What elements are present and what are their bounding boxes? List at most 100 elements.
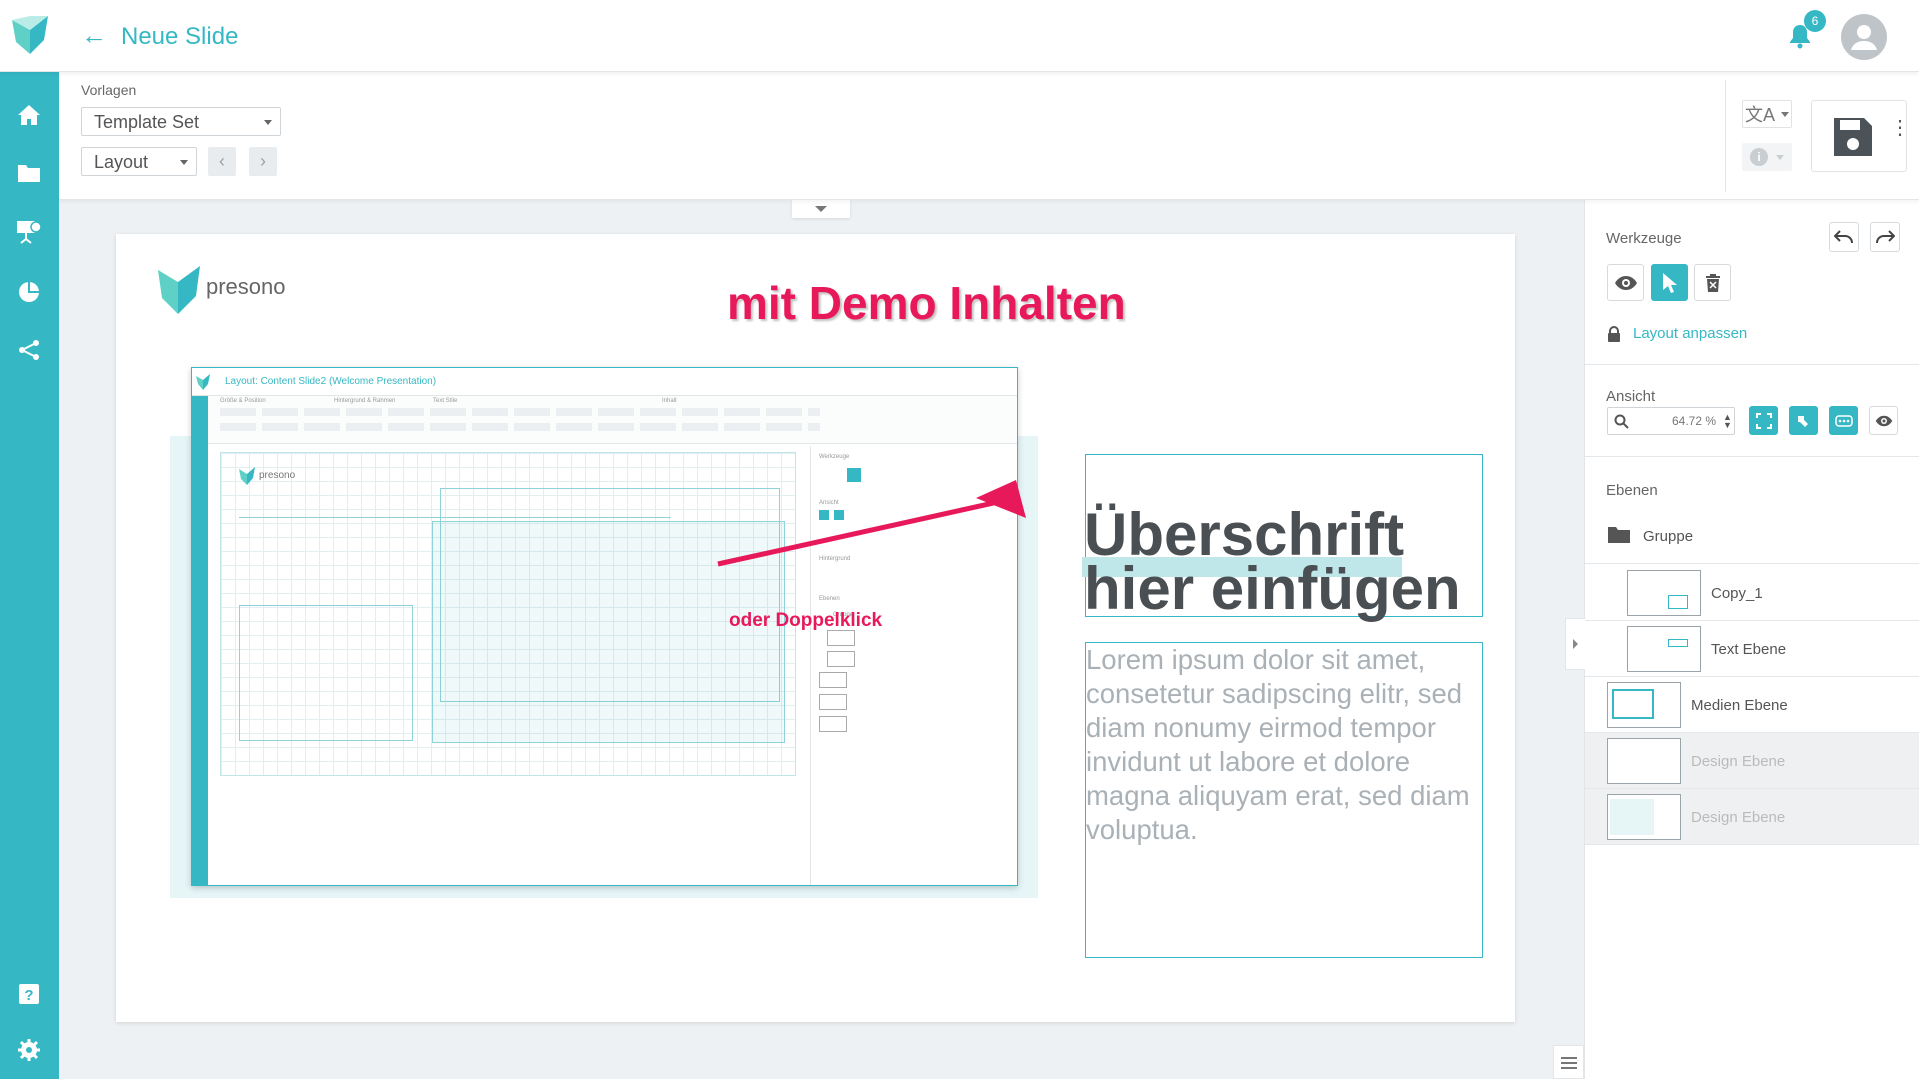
layout-anpassen-link[interactable]: Layout anpassen xyxy=(1607,325,1747,342)
template-set-select[interactable]: Template Set xyxy=(81,107,281,136)
layer-thumbnail xyxy=(1627,570,1701,616)
layer-row-design-1[interactable]: Design Ebene xyxy=(1585,733,1919,789)
app-logo[interactable] xyxy=(12,16,48,54)
layer-row-text[interactable]: Text Ebene xyxy=(1585,621,1919,677)
visibility-button[interactable] xyxy=(1869,406,1898,435)
translate-icon: 文A xyxy=(1744,105,1775,125)
template-set-value: Template Set xyxy=(94,112,200,132)
settings-gear-icon[interactable] xyxy=(14,1035,44,1065)
notes-toggle-button[interactable] xyxy=(1553,1045,1584,1079)
chevron-down-icon xyxy=(264,120,272,125)
redo-button[interactable] xyxy=(1870,222,1900,252)
slide-canvas[interactable]: presono mit Demo Inhalten Layout: Conten… xyxy=(116,234,1515,1022)
help-icon[interactable]: ? xyxy=(14,979,44,1009)
annotation-hint: oder Doppelklick xyxy=(729,610,883,631)
snap-button[interactable] xyxy=(1789,406,1818,435)
embedded-label: Werkzeuge xyxy=(819,454,850,460)
layer-row-design-2[interactable]: Design Ebene xyxy=(1585,789,1919,845)
embedded-label: Ebenen xyxy=(819,596,840,602)
zoom-stepper-icon[interactable]: ▲ ▼ xyxy=(1723,413,1732,430)
annotation-arrow xyxy=(717,480,1026,567)
ansicht-label: Ansicht xyxy=(1606,388,1656,405)
layer-name: Design Ebene xyxy=(1691,753,1786,770)
share-icon[interactable] xyxy=(14,335,44,365)
prev-layout-button[interactable]: ‹ xyxy=(208,147,236,176)
translate-button[interactable]: 文A xyxy=(1742,100,1792,128)
body-text: Lorem ipsum dolor sit amet, consetetur s… xyxy=(1086,644,1470,845)
select-pointer-button[interactable] xyxy=(1651,264,1688,301)
fit-screen-button[interactable] xyxy=(1749,406,1778,435)
toolbar: Vorlagen Template Set Layout ‹ › 文A i ⋮ xyxy=(59,72,1919,200)
annotation-title: mit Demo Inhalten xyxy=(727,277,1126,329)
notes-lines-icon xyxy=(1560,1057,1577,1059)
fit-screen-icon xyxy=(1755,412,1772,429)
notification-badge: 6 xyxy=(1804,10,1826,32)
presono-logo: presono xyxy=(156,264,296,314)
undo-icon xyxy=(1834,230,1853,244)
ebenen-label: Ebenen xyxy=(1606,482,1658,499)
embedded-toolbar: Größe & Position Hintergrund & Rahmen Te… xyxy=(208,396,1017,444)
undo-button[interactable] xyxy=(1829,222,1859,252)
layout-value: Layout xyxy=(94,152,149,172)
next-layout-button[interactable]: › xyxy=(249,147,277,176)
layer-name: Medien Ebene xyxy=(1691,697,1788,714)
embedded-section-label: Inhalt xyxy=(662,398,677,404)
group-name: Gruppe xyxy=(1643,528,1694,545)
panel-divider xyxy=(1585,456,1919,457)
chevron-down-icon xyxy=(180,160,188,165)
toolbar-divider xyxy=(1725,80,1726,192)
back-arrow-icon[interactable]: ← xyxy=(81,20,107,51)
panel-collapse-tab[interactable] xyxy=(1565,618,1585,670)
embedded-section-label: Text Stile xyxy=(433,398,458,404)
embedded-section-label: Hintergrund & Rahmen xyxy=(334,398,396,404)
user-avatar[interactable] xyxy=(1841,14,1887,60)
grid-toggle-button[interactable] xyxy=(1829,406,1858,435)
layer-name: Design Ebene xyxy=(1691,809,1786,826)
layer-thumbnail xyxy=(1607,682,1681,728)
heading-line-2: hier einfügen xyxy=(1084,555,1461,622)
embedded-sidebar xyxy=(192,396,208,885)
layer-row-copy[interactable]: Copy_1 xyxy=(1585,565,1919,621)
eye-icon xyxy=(1614,275,1637,290)
layer-row-media[interactable]: Medien Ebene xyxy=(1585,677,1919,733)
werkzeuge-label: Werkzeuge xyxy=(1606,230,1682,247)
trash-icon xyxy=(1705,273,1720,292)
layer-name: Copy_1 xyxy=(1711,585,1763,602)
more-menu-icon[interactable]: ⋮ xyxy=(1890,118,1910,138)
embedded-section-label: Größe & Position xyxy=(220,398,266,404)
magnifier-icon xyxy=(1614,414,1629,429)
info-button[interactable]: i xyxy=(1742,143,1792,171)
embedded-topbar: Layout: Content Slide2 (Welcome Presenta… xyxy=(192,368,1017,396)
zoom-value: 64.72 % xyxy=(1672,414,1717,428)
page-title: Neue Slide xyxy=(121,23,239,50)
magnet-pointer-icon xyxy=(1797,415,1808,427)
analytics-pie-icon[interactable] xyxy=(14,277,44,307)
svg-text:?: ? xyxy=(24,987,33,1004)
presentation-icon[interactable] xyxy=(14,217,44,247)
layer-group-row[interactable]: Gruppe xyxy=(1585,510,1919,564)
presono-wordmark: presono xyxy=(206,274,286,299)
delete-button[interactable] xyxy=(1694,264,1731,301)
save-button[interactable]: ⋮ xyxy=(1811,100,1910,172)
layout-select[interactable]: Layout xyxy=(81,147,197,176)
folder-icon[interactable] xyxy=(14,158,44,188)
collapse-toolbar-handle[interactable] xyxy=(792,200,850,218)
panel-divider xyxy=(1585,364,1919,365)
redo-icon xyxy=(1876,230,1895,244)
preview-eye-button[interactable] xyxy=(1607,264,1644,301)
folder-icon xyxy=(1608,527,1630,543)
main-sidebar: ? xyxy=(0,72,59,1079)
layout-anpassen-label: Layout anpassen xyxy=(1633,325,1748,342)
padlock-icon xyxy=(1608,325,1620,342)
embedded-title: Layout: Content Slide2 (Welcome Presenta… xyxy=(225,376,437,387)
zoom-input[interactable]: 64.72 % ▲ ▼ xyxy=(1607,407,1735,435)
layer-thumbnail xyxy=(1607,738,1681,784)
heading-text-box[interactable]: Überschrift hier einfügen xyxy=(1082,454,1483,622)
layer-thumbnail xyxy=(1607,794,1681,840)
embedded-screenshot: Layout: Content Slide2 (Welcome Presenta… xyxy=(191,367,1018,886)
grid-dots-icon xyxy=(1834,414,1853,427)
layer-thumbnail xyxy=(1627,626,1701,672)
embedded-brand: presono xyxy=(259,470,296,481)
home-icon[interactable] xyxy=(14,100,44,130)
body-text-box[interactable]: Lorem ipsum dolor sit amet, consetetur s… xyxy=(1085,642,1483,958)
